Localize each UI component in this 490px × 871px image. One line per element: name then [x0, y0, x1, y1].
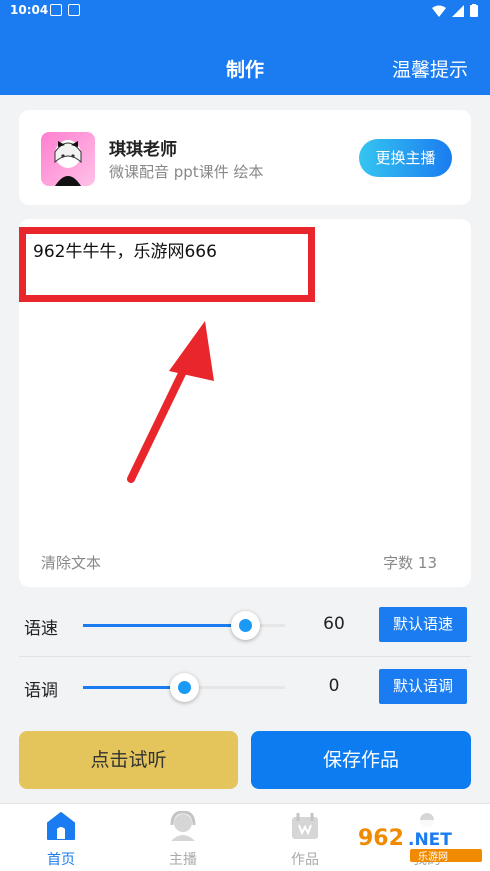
status-bar: 10:04: [0, 0, 490, 22]
speed-value: 60: [323, 614, 345, 634]
pitch-slider[interactable]: [83, 673, 285, 702]
pitch-slider-thumb[interactable]: [170, 673, 199, 702]
app-bar: 制作 温馨提示: [0, 22, 490, 95]
annotation-highlight-box: [19, 227, 315, 302]
pitch-value: 0: [328, 676, 340, 696]
notification-icon: [68, 4, 80, 16]
clear-text-button[interactable]: 清除文本: [41, 552, 101, 573]
annotation-arrow-icon: [127, 321, 214, 483]
pitch-row: 语调 0 默认语调: [19, 660, 471, 716]
svg-text:.NET: .NET: [408, 830, 452, 850]
wifi-icon: [432, 5, 446, 17]
save-button[interactable]: 保存作品: [251, 731, 471, 789]
tips-button[interactable]: 温馨提示: [392, 55, 468, 82]
notification-icons: [50, 4, 80, 16]
nav-label: 作品: [291, 852, 319, 868]
pitch-slider-fill: [83, 686, 184, 689]
speed-row: 语速 60 默认语速: [19, 598, 471, 654]
home-icon: [47, 812, 75, 840]
nav-label: 首页: [47, 852, 75, 868]
svg-text:乐游网: 乐游网: [418, 850, 448, 863]
listen-button[interactable]: 点击试听: [19, 731, 238, 789]
svg-text:962: 962: [358, 826, 404, 851]
pitch-label: 语调: [24, 681, 58, 701]
nav-label: 主播: [169, 852, 197, 868]
battery-icon: [470, 4, 478, 17]
system-icons: [432, 4, 478, 17]
nav-item-anchor[interactable]: 主播: [122, 804, 244, 871]
nav-item-home[interactable]: 首页: [0, 804, 122, 871]
signal-icon: [452, 4, 464, 17]
anchor-card: 琪琪老师 微课配音 ppt课件 绘本 更换主播: [19, 110, 471, 205]
change-anchor-button[interactable]: 更换主播: [359, 139, 452, 177]
headset-icon: [170, 811, 196, 841]
divider: [19, 656, 471, 657]
anchor-description: 微课配音 ppt课件 绘本: [109, 163, 264, 181]
anchor-name: 琪琪老师: [109, 140, 177, 160]
speed-label: 语速: [24, 619, 58, 639]
speed-slider-fill: [83, 624, 245, 627]
nav-item-works[interactable]: 作品: [244, 804, 366, 871]
default-pitch-button[interactable]: 默认语调: [379, 669, 467, 704]
anchor-avatar: [41, 132, 95, 186]
works-icon: [292, 813, 318, 839]
word-count: 字数 13: [383, 554, 437, 572]
status-time: 10:04: [10, 3, 49, 17]
notification-icon: [50, 4, 62, 16]
speed-slider-thumb[interactable]: [230, 611, 260, 640]
speed-slider[interactable]: [83, 611, 285, 640]
default-speed-button[interactable]: 默认语速: [379, 607, 467, 642]
text-editor-card[interactable]: 962牛牛牛，乐游网666 清除文本 字数 13: [19, 219, 471, 587]
watermark-logo: 962 .NET 乐游网: [352, 820, 486, 863]
